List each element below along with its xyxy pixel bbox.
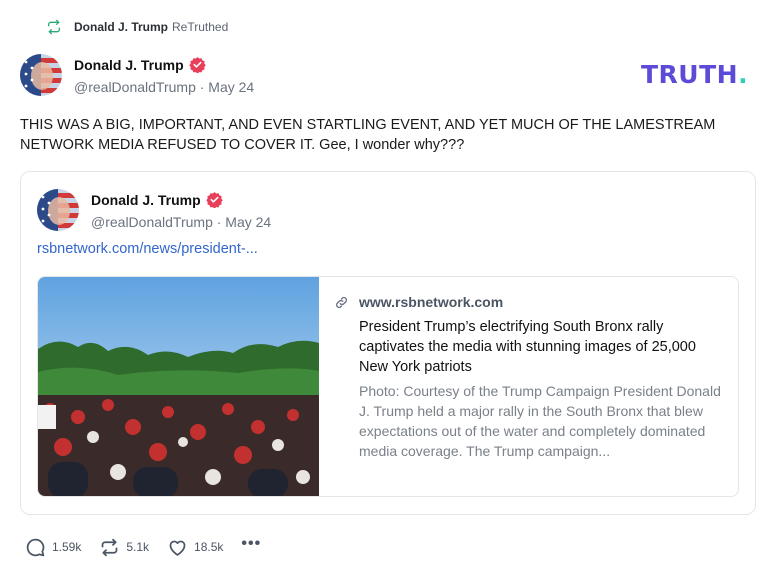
verified-badge-icon bbox=[188, 57, 206, 73]
link-title[interactable]: President Trump’s electrifying South Bro… bbox=[359, 317, 719, 377]
retruth-icon bbox=[101, 538, 118, 556]
heart-icon bbox=[169, 540, 186, 556]
reply-button[interactable]: 1.59k bbox=[25, 537, 81, 558]
like-button[interactable]: 18.5k bbox=[167, 537, 223, 558]
quote-author-handle-date: @realDonaldTrump · May 24 bbox=[91, 214, 272, 230]
reply-icon bbox=[26, 538, 45, 556]
link-preview-card[interactable]: www.rsbnetwork.com President Trump’s ele… bbox=[37, 276, 739, 497]
link-domain-text: www.rsbnetwork.com bbox=[359, 294, 504, 310]
link-description: Photo: Courtesy of the Trump Campaign Pr… bbox=[359, 383, 721, 459]
retruth-indicator: Donald J. Trump ReTruthed bbox=[46, 18, 228, 36]
quote-avatar[interactable] bbox=[37, 189, 79, 231]
reply-count: 1.59k bbox=[52, 540, 82, 554]
link-chain-icon bbox=[336, 296, 347, 308]
retruth-count: 5.1k bbox=[126, 540, 150, 554]
avatar[interactable] bbox=[20, 54, 62, 96]
more-options-icon[interactable]: ••• bbox=[241, 535, 261, 553]
author-name[interactable]: Donald J. Trump bbox=[74, 57, 184, 73]
quote-author-name[interactable]: Donald J. Trump bbox=[91, 192, 201, 208]
retruth-icon bbox=[48, 19, 60, 35]
truth-social-logo[interactable]: TRUTH. bbox=[641, 60, 748, 89]
verified-badge-icon bbox=[205, 192, 223, 208]
quote-link[interactable]: rsbnetwork.com/news/president-... bbox=[37, 241, 258, 257]
quoted-post[interactable]: Donald J. Trump @realDonaldTrump · May 2… bbox=[20, 171, 756, 515]
like-count: 18.5k bbox=[194, 540, 224, 554]
retruth-label: ReTruthed bbox=[172, 20, 229, 34]
logo-text: TRUTH bbox=[641, 60, 739, 89]
retruth-button[interactable]: 5.1k bbox=[99, 537, 149, 558]
logo-dot: . bbox=[738, 60, 749, 89]
post-actions: 1.59k 5.1k 18.5k ••• bbox=[25, 535, 261, 558]
rally-crowd-photo bbox=[38, 277, 319, 496]
author-handle-date: @realDonaldTrump · May 24 bbox=[74, 79, 255, 95]
link-domain[interactable]: www.rsbnetwork.com bbox=[334, 294, 503, 310]
retruth-user[interactable]: Donald J. Trump bbox=[74, 20, 168, 34]
post-text: THIS WAS A BIG, IMPORTANT, AND EVEN STAR… bbox=[20, 117, 716, 153]
